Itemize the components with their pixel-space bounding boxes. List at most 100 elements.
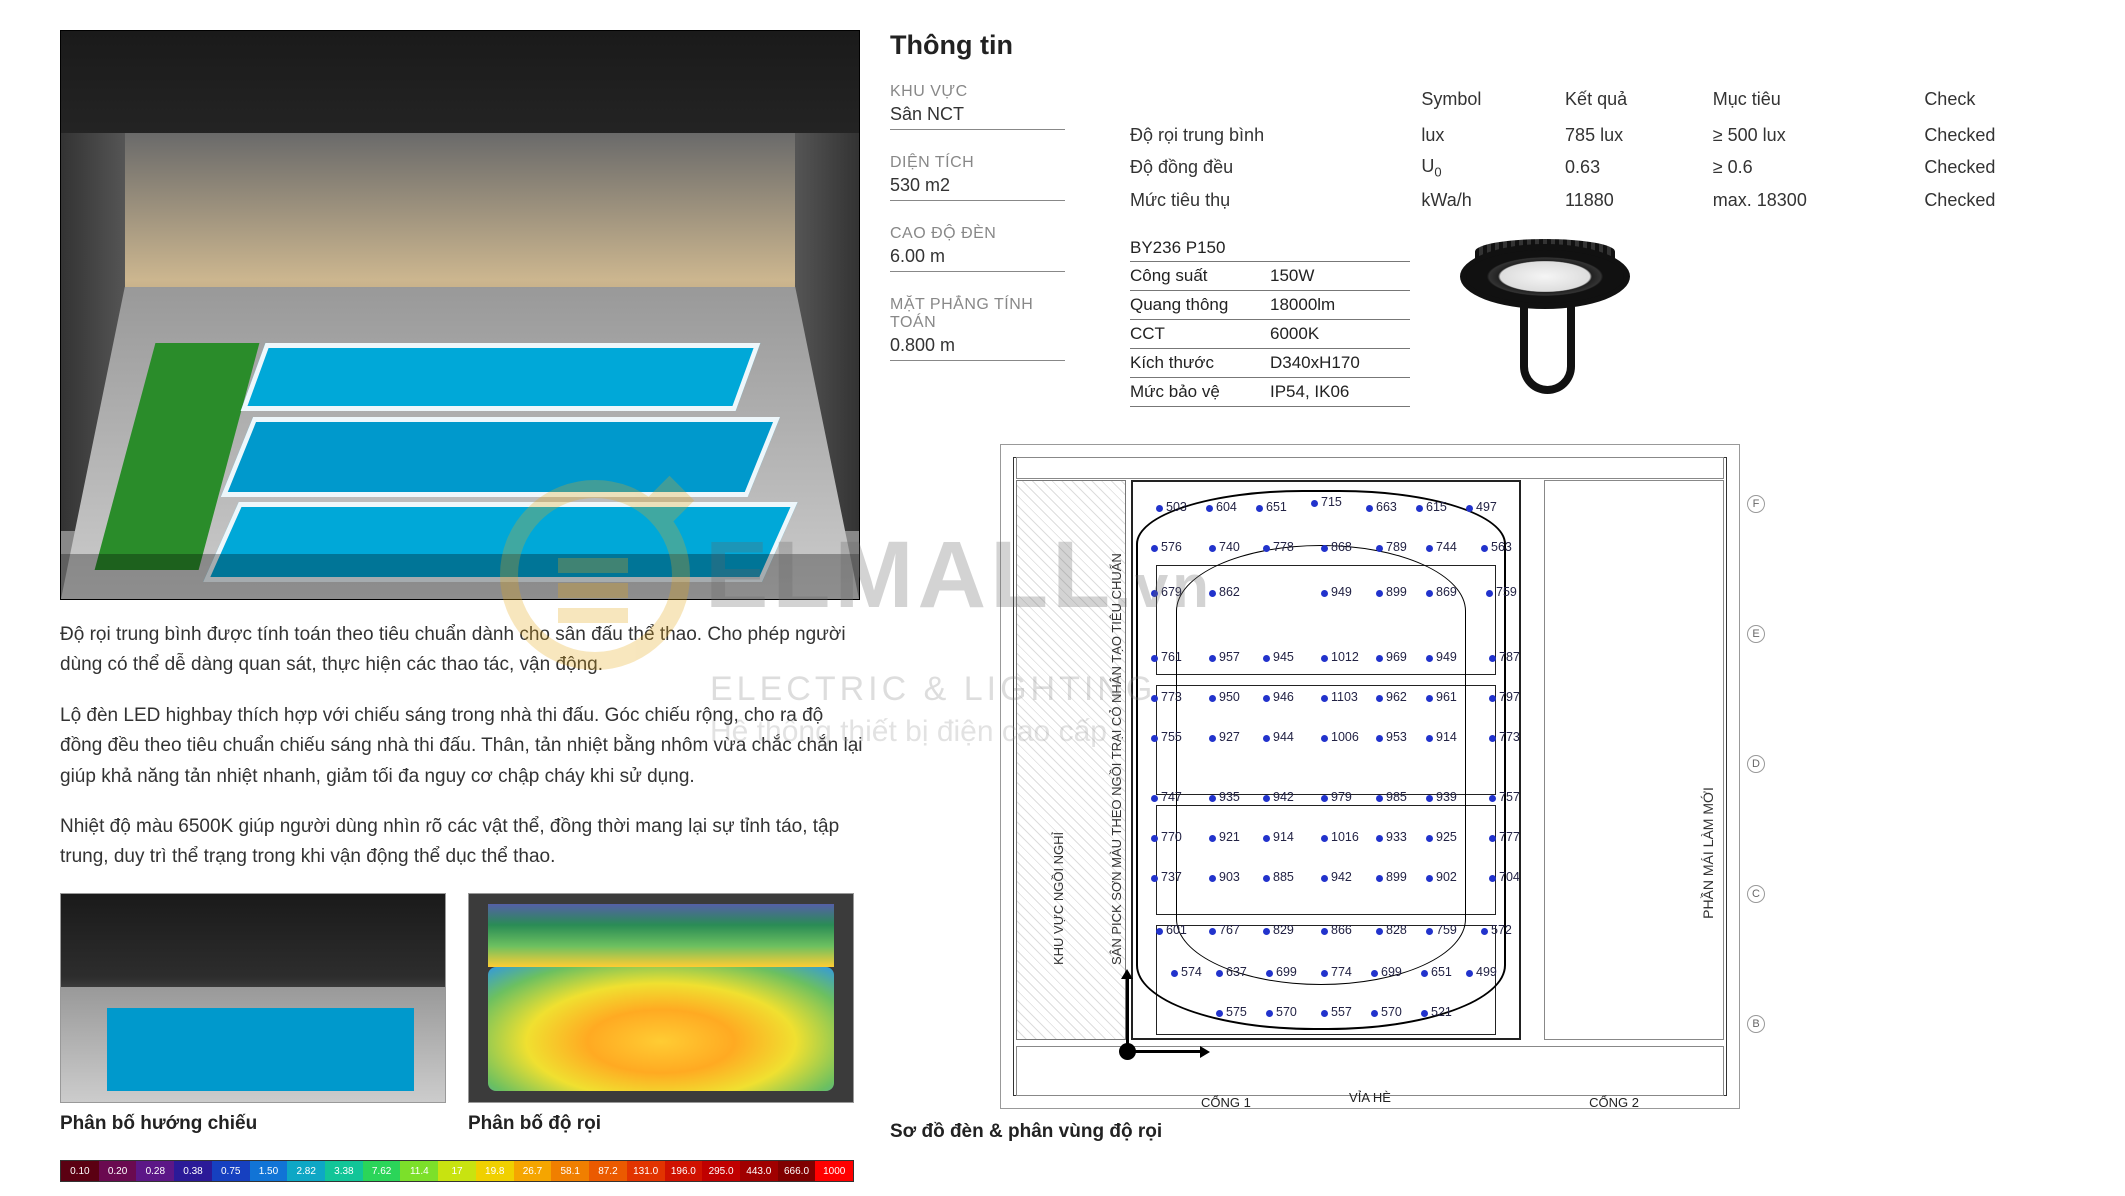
plan-caption: Sơ đồ đèn & phân vùng độ rọi xyxy=(890,1121,2065,1143)
lux-point: 942 xyxy=(1273,790,1294,804)
lux-point: 740 xyxy=(1219,540,1240,554)
lux-point: 773 xyxy=(1161,690,1182,704)
description-p2: Lộ đèn LED highbay thích hợp với chiếu s… xyxy=(60,701,865,792)
scale-segment: 0.28 xyxy=(136,1161,174,1181)
axis-arrows-icon xyxy=(1126,978,1129,1053)
lux-point: 950 xyxy=(1219,690,1240,704)
grid-letter: D xyxy=(1747,755,1765,773)
lux-point: 962 xyxy=(1386,690,1407,704)
lux-point: 563 xyxy=(1491,540,1512,554)
lux-point: 945 xyxy=(1273,650,1294,664)
lux-point: 601 xyxy=(1166,923,1187,937)
lux-point: 902 xyxy=(1436,870,1457,884)
lux-point: 651 xyxy=(1431,965,1452,979)
lux-point: 774 xyxy=(1331,965,1352,979)
lux-point: 773 xyxy=(1499,730,1520,744)
grid-letter: F xyxy=(1747,495,1765,513)
scale-segment: 19.8 xyxy=(476,1161,514,1181)
plan-label-bottom: VỈA HÈ xyxy=(1349,1090,1391,1105)
lux-point: 663 xyxy=(1376,500,1397,514)
sqm-label: DIỆN TÍCH xyxy=(890,154,1065,172)
lux-point: 939 xyxy=(1436,790,1457,804)
lux-point: 953 xyxy=(1386,730,1407,744)
grid-letter: B xyxy=(1747,1015,1765,1033)
lux-point: 944 xyxy=(1273,730,1294,744)
scale-segment: 11.4 xyxy=(400,1161,438,1181)
lux-point: 828 xyxy=(1386,923,1407,937)
lux-point: 961 xyxy=(1436,690,1457,704)
lux-point: 925 xyxy=(1436,830,1457,844)
lux-point: 499 xyxy=(1476,965,1497,979)
lux-point: 570 xyxy=(1276,1005,1297,1019)
lux-point: 969 xyxy=(1386,650,1407,664)
lux-point: 885 xyxy=(1273,870,1294,884)
lux-point: 933 xyxy=(1386,830,1407,844)
scale-segment: 7.62 xyxy=(363,1161,401,1181)
lux-point: 1006 xyxy=(1331,730,1359,744)
lux-point: 979 xyxy=(1331,790,1352,804)
lux-point: 914 xyxy=(1436,730,1457,744)
product-spec-row: Công suất150W xyxy=(1130,261,1410,290)
lux-point: 651 xyxy=(1266,500,1287,514)
th-result: Kết quả xyxy=(1565,83,1713,120)
lux-point: 574 xyxy=(1181,965,1202,979)
lux-point: 949 xyxy=(1331,585,1352,599)
metric-row: Mức tiêu thụkWa/h11880max. 18300Checked xyxy=(1130,185,2090,216)
false-color-image xyxy=(468,893,854,1103)
height-label: CAO ĐỘ ĐÈN xyxy=(890,225,1065,243)
lux-point: 637 xyxy=(1226,965,1247,979)
scale-segment: 0.38 xyxy=(174,1161,212,1181)
lux-point: 570 xyxy=(1381,1005,1402,1019)
grid-letter: C xyxy=(1747,885,1765,903)
lux-point: 747 xyxy=(1161,790,1182,804)
lux-point: 744 xyxy=(1436,540,1457,554)
th-check: Check xyxy=(1924,83,2090,120)
metric-row: Độ đồng đềuU00.63≥ 0.6Checked xyxy=(1130,151,2090,185)
lux-point: 1016 xyxy=(1331,830,1359,844)
scale-segment: 443.0 xyxy=(740,1161,778,1181)
scale-segment: 0.20 xyxy=(99,1161,137,1181)
lux-point: 767 xyxy=(1219,923,1240,937)
lux-point: 899 xyxy=(1386,870,1407,884)
lux-scale-bar: 0.100.200.280.380.751.502.823.387.6211.4… xyxy=(60,1160,854,1182)
plan-label-right: PHẦN MÁI LÀM MỚI xyxy=(1700,787,1716,919)
lux-point: 797 xyxy=(1499,690,1520,704)
lux-point: 868 xyxy=(1331,540,1352,554)
scale-segment: 3.38 xyxy=(325,1161,363,1181)
lux-point: 704 xyxy=(1499,870,1520,884)
product-table: BY236 P150 Công suất150WQuang thông18000… xyxy=(1130,234,1410,407)
floor-plan-diagram: KHU VỰC NGỒI NGHỈ SÂN PICK SƠN MÀU THEO … xyxy=(1000,444,1740,1109)
lux-point: 759 xyxy=(1496,585,1517,599)
lux-point: 927 xyxy=(1219,730,1240,744)
lux-point: 761 xyxy=(1161,650,1182,664)
th-target: Mục tiêu xyxy=(1713,83,1925,120)
scale-segment: 666.0 xyxy=(778,1161,816,1181)
height-value: 6.00 m xyxy=(890,243,1065,272)
product-model: BY236 P150 xyxy=(1130,234,1410,262)
scale-segment: 196.0 xyxy=(665,1161,703,1181)
lux-point: 715 xyxy=(1321,495,1342,509)
area-label: KHU VỰC xyxy=(890,83,1065,101)
lux-point: 572 xyxy=(1491,923,1512,937)
metric-row: Độ rọi trung bìnhlux785 lux≥ 500 luxChec… xyxy=(1130,120,2090,151)
section-title: Thông tin xyxy=(890,30,2065,61)
scale-segment: 2.82 xyxy=(287,1161,325,1181)
light-direction-image xyxy=(60,893,446,1103)
product-spec-row: Quang thông18000lm xyxy=(1130,290,1410,319)
description-p1: Độ rọi trung bình được tính toán theo ti… xyxy=(60,620,865,681)
lux-point: 789 xyxy=(1386,540,1407,554)
lux-point: 521 xyxy=(1431,1005,1452,1019)
scale-segment: 87.2 xyxy=(589,1161,627,1181)
scale-segment: 17 xyxy=(438,1161,476,1181)
plan-label-left-2: SÂN PICK SƠN MÀU THEO NGỒI TRẠI CỎ NHÂN … xyxy=(1109,553,1124,965)
area-value: Sân NCT xyxy=(890,101,1065,130)
lux-point: 737 xyxy=(1161,870,1182,884)
lux-point: 921 xyxy=(1219,830,1240,844)
lux-point: 866 xyxy=(1331,923,1352,937)
calcplane-value: 0.800 m xyxy=(890,332,1065,361)
plan-gate-2: CỔNG 2 xyxy=(1589,1095,1639,1110)
lux-point: 699 xyxy=(1276,965,1297,979)
lux-point: 946 xyxy=(1273,690,1294,704)
product-spec-row: Kích thướcD340xH170 xyxy=(1130,348,1410,377)
scale-segment: 1000 xyxy=(815,1161,853,1181)
